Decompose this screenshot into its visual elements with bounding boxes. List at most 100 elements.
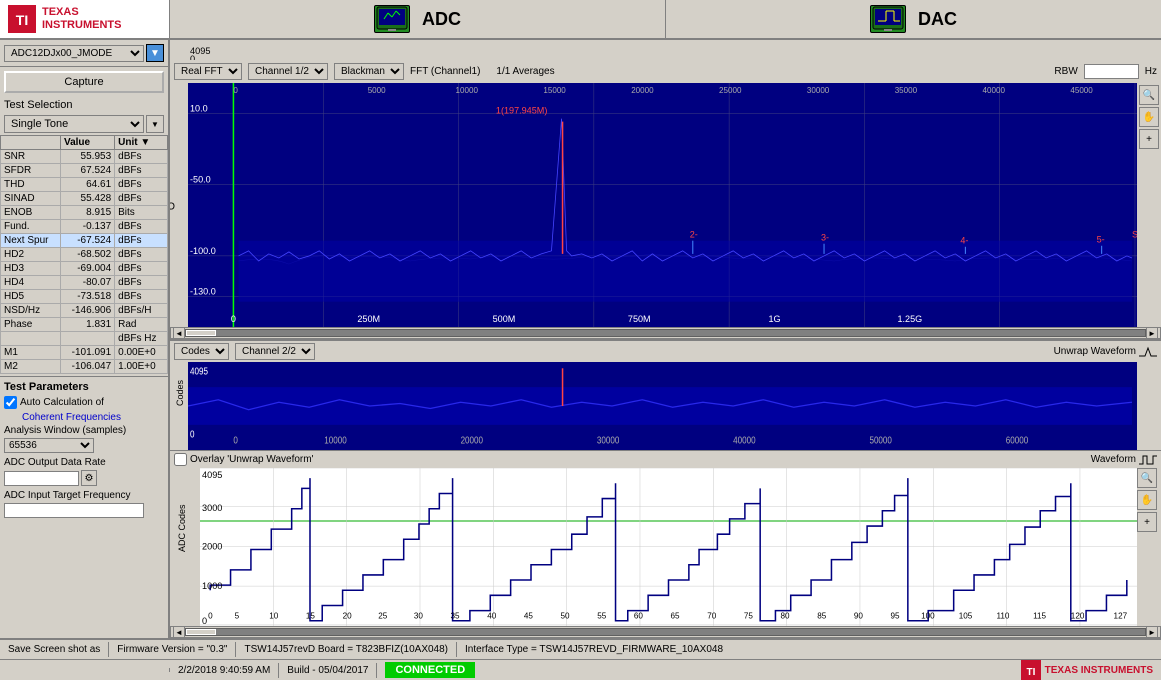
svg-text:250M: 250M: [357, 314, 380, 324]
dac-codes-select[interactable]: Codes: [174, 343, 229, 360]
metric-name: [1, 332, 61, 346]
svg-text:1G: 1G: [769, 314, 781, 324]
auto-calc-checkbox[interactable]: [4, 396, 17, 409]
metric-unit: dBFs: [115, 150, 168, 164]
fft-scroll-track[interactable]: [185, 329, 1146, 337]
dac-tab[interactable]: DAC: [666, 0, 1161, 38]
metric-value: -101.091: [60, 346, 114, 360]
svg-text:-50.0: -50.0: [190, 175, 211, 185]
metric-unit: Bits: [115, 206, 168, 220]
test-parameters: Test Parameters Auto Calculation of Cohe…: [0, 376, 168, 522]
fft-scroll-left[interactable]: ◄: [173, 327, 185, 339]
fft-top-xaxis-svg: 4095 0: [188, 40, 1161, 60]
fft-scrollbar[interactable]: ◄ ►: [170, 327, 1161, 339]
metric-value: 8.915: [60, 206, 114, 220]
save-screenshot-label: Save Screen shot as: [0, 642, 109, 657]
metric-value: -0.137: [60, 220, 114, 234]
metric-unit: dBFs: [115, 178, 168, 192]
fft-crosshair-btn[interactable]: +: [1139, 129, 1159, 149]
fft-scroll-thumb[interactable]: [186, 330, 216, 336]
waveform-label-row: Waveform: [1091, 454, 1157, 466]
overlay-checkbox-row: Overlay 'Unwrap Waveform': [174, 453, 313, 466]
metric-name: M2: [1, 360, 61, 374]
date-label: 2/2/2018 9:40:59 AM: [170, 663, 279, 678]
adc-input-freq-input[interactable]: 197.970000000M: [4, 503, 144, 518]
analysis-window-select[interactable]: 65536: [4, 438, 94, 453]
metric-unit: 1.00E+0: [115, 360, 168, 374]
analysis-window-label: Analysis Window (samples): [4, 425, 164, 436]
auto-calc-label: Auto Calculation of: [20, 397, 104, 408]
metric-name: SINAD: [1, 192, 61, 206]
capture-button[interactable]: Capture: [4, 71, 164, 93]
metric-unit: dBFs: [115, 262, 168, 276]
svg-text:0: 0: [190, 54, 195, 60]
waveform-scroll-thumb[interactable]: [186, 629, 216, 635]
svg-text:55: 55: [597, 612, 607, 621]
metric-unit: dBFs: [115, 192, 168, 206]
dac-chart-controls-right: [1137, 362, 1161, 450]
svg-text:TI: TI: [1026, 667, 1035, 678]
svg-text:127: 127: [1114, 612, 1128, 621]
waveform-crosshair-btn[interactable]: +: [1137, 512, 1157, 532]
svg-text:20000: 20000: [631, 86, 654, 95]
svg-text:50: 50: [561, 612, 571, 621]
fft-window-select[interactable]: Blackman: [334, 63, 404, 80]
interface-label: Interface Type = TSW14J57REVD_FIRMWARE_1…: [457, 642, 731, 657]
metric-row: Fund. -0.137 dBFs: [1, 220, 168, 234]
metric-value: -68.502: [60, 248, 114, 262]
mode-dropdown[interactable]: ADC12DJx00_JMODE: [4, 45, 144, 62]
dac-channel-select[interactable]: Channel 2/2: [235, 343, 315, 360]
svg-text:2-: 2-: [690, 230, 698, 240]
metric-name: THD: [1, 178, 61, 192]
fft-rbw-input[interactable]: 38147: [1084, 64, 1139, 79]
test-selection-dropdown[interactable]: Single Tone: [4, 115, 144, 133]
adc-tab-icon: [374, 5, 410, 33]
metric-value: -67.524: [60, 234, 114, 248]
fft-right-controls: 🔍 ✋ +: [1137, 83, 1161, 327]
metric-row: dBFs Hz: [1, 332, 168, 346]
adc-tab[interactable]: ADC: [170, 0, 666, 38]
fft-zoom-in-btn[interactable]: 🔍: [1139, 85, 1159, 105]
metric-value: [60, 332, 114, 346]
metric-unit: dBFs: [115, 234, 168, 248]
metric-row: THD 64.61 dBFs: [1, 178, 168, 192]
adc-output-rate-label: ADC Output Data Rate: [4, 457, 164, 468]
metric-row: HD5 -73.518 dBFs: [1, 290, 168, 304]
waveform-scroll-left[interactable]: ◄: [173, 626, 185, 638]
metric-value: -146.906: [60, 304, 114, 318]
svg-text:TI: TI: [16, 12, 28, 28]
adc-output-rate-input[interactable]: 2.5G: [4, 471, 79, 486]
waveform-label-text: Waveform: [1091, 454, 1136, 465]
svg-text:500M: 500M: [493, 314, 516, 324]
svg-text:4095: 4095: [202, 470, 222, 480]
adc-input-freq-label: ADC Input Target Frequency: [4, 490, 164, 501]
waveform-svg: 4095 3000 2000 1000 0 0 5 10 15 20 25: [200, 468, 1137, 626]
svg-text:25: 25: [378, 612, 388, 621]
metric-unit: Rad: [115, 318, 168, 332]
waveform-pan-btn[interactable]: ✋: [1137, 490, 1157, 510]
test-dropdown-arrow[interactable]: ▼: [146, 115, 164, 133]
fft-y-axis-label: Codes: [170, 83, 188, 327]
fft-mode-select[interactable]: Real FFT: [174, 63, 242, 80]
waveform-scroll-track[interactable]: [185, 628, 1146, 636]
ti-text-status: TEXAS INSTRUMENTS: [1045, 665, 1153, 676]
metric-row: M1 -101.091 0.00E+0: [1, 346, 168, 360]
fft-pan-btn[interactable]: ✋: [1139, 107, 1159, 127]
dac-chart-svg: 0 10000 20000 30000 40000 50000 60000 40…: [188, 362, 1137, 450]
svg-text:3000: 3000: [202, 503, 222, 513]
metric-row: M2 -106.047 1.00E+0: [1, 360, 168, 374]
waveform-scroll-right[interactable]: ►: [1146, 626, 1158, 638]
adc-tab-label: ADC: [422, 9, 461, 30]
metric-value: 55.953: [60, 150, 114, 164]
fft-scroll-right[interactable]: ►: [1146, 327, 1158, 339]
waveform-zoom-btn[interactable]: 🔍: [1137, 468, 1157, 488]
adc-output-rate-gear[interactable]: ⚙: [81, 470, 97, 486]
metric-value: -106.047: [60, 360, 114, 374]
overlay-checkbox[interactable]: [174, 453, 187, 466]
fft-channel-select[interactable]: Channel 1/2: [248, 63, 328, 80]
metric-name: SNR: [1, 150, 61, 164]
waveform-scrollbar[interactable]: ◄ ►: [170, 626, 1161, 638]
mode-arrow-btn[interactable]: ▼: [146, 44, 164, 62]
metric-unit: dBFs/H: [115, 304, 168, 318]
metric-value: 1.831: [60, 318, 114, 332]
